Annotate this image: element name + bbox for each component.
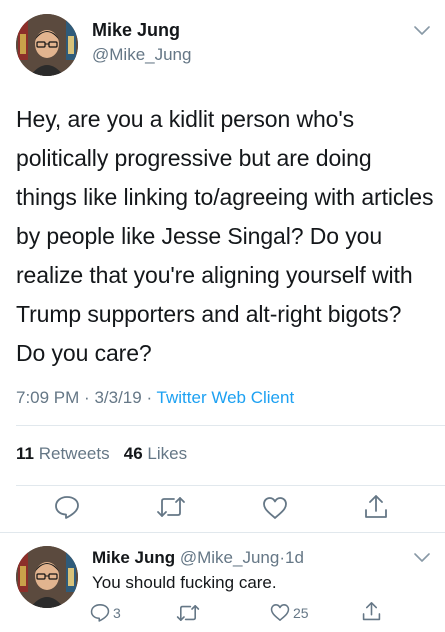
divider [16,485,445,486]
tweet-date: 3/3/19 [94,388,142,407]
likes-stat[interactable]: 46 Likes [124,444,187,463]
likes-count: 46 [123,444,143,463]
tweet-time: 7:09 PM [16,388,80,407]
divider [0,532,445,533]
divider [16,425,445,426]
reply-like-button[interactable]: 25 [270,603,309,622]
reply-text: You should fucking care. [92,573,277,592]
chevron-down-icon[interactable] [414,552,430,564]
reply-header: Mike Jung @Mike_Jung·1d [92,548,304,568]
retweets-stat[interactable]: 11 Retweets [16,444,110,463]
meta-separator: · [84,388,90,407]
avatar-image [16,14,78,76]
retweet-icon [157,497,185,517]
engagement-stats: 11 Retweets 46 Likes [16,444,187,464]
retweet-icon [176,605,200,621]
retweets-label: Retweets [38,444,110,463]
likes-label: Likes [147,444,188,463]
reply-author-name[interactable]: Mike Jung [92,548,175,567]
reply-author-avatar[interactable] [16,546,78,608]
reply-share-button[interactable] [362,601,381,622]
retweet-button[interactable] [156,496,186,518]
reply-button[interactable] [54,495,80,519]
reply-icon [90,604,110,622]
reply-count: 3 [113,604,121,621]
share-button[interactable] [364,494,388,520]
author-avatar[interactable] [16,14,78,76]
share-icon [365,495,387,518]
reply-time[interactable]: 1d [285,548,304,567]
like-icon [270,604,290,621]
reply-reply-button[interactable]: 3 [90,603,121,622]
meta-separator: · [146,388,153,407]
retweets-count: 11 [16,444,34,463]
reply-retweet-button[interactable] [176,604,200,622]
author-handle[interactable]: @Mike_Jung [92,45,191,65]
avatar-image [16,546,78,608]
share-icon [362,602,381,621]
like-button[interactable] [262,496,288,520]
tweet-text: Hey, are you a kidlit person who's polit… [16,106,434,366]
tweet-meta: 7:09 PM · 3/3/19 · Twitter Web Client [16,388,294,408]
like-count: 25 [293,604,309,621]
reply-icon [55,496,79,519]
like-icon [263,497,287,519]
chevron-down-icon[interactable] [414,25,430,37]
tweet-client-link[interactable]: Twitter Web Client [157,388,295,407]
author-name[interactable]: Mike Jung [92,20,180,41]
reply-author-handle[interactable]: @Mike_Jung [180,548,279,567]
